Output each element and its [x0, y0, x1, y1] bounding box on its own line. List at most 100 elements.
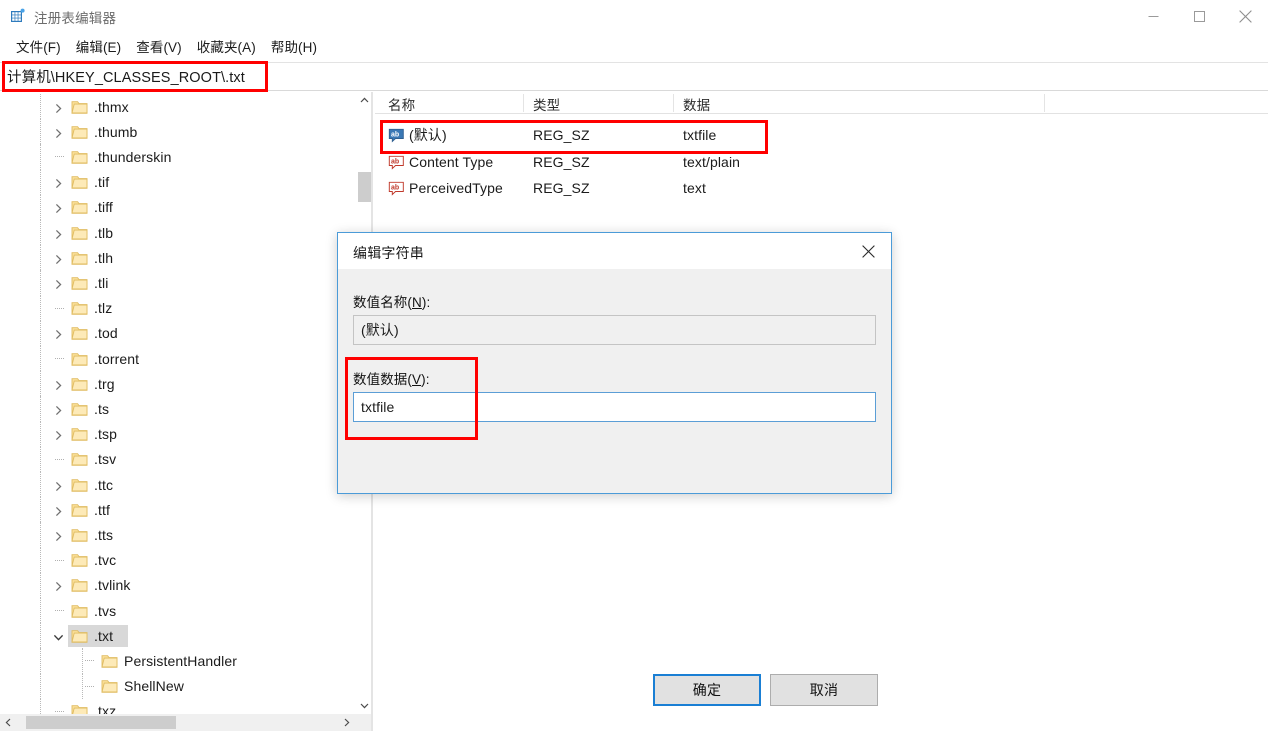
tree-item[interactable]: .tts [0, 522, 355, 548]
chevron-right-icon[interactable] [53, 252, 65, 264]
tree-item-label: .txz [94, 703, 117, 714]
chevron-right-icon[interactable] [53, 579, 65, 592]
chevron-right-icon[interactable] [53, 428, 65, 441]
tree-item[interactable]: .tli [0, 270, 355, 296]
tree-item[interactable]: .tvs [0, 598, 355, 624]
tree-item-label: .ttf [94, 501, 110, 518]
folder-icon [71, 527, 88, 542]
tree-item[interactable]: .tlh [0, 245, 355, 271]
tree-item[interactable]: .txt [0, 623, 355, 649]
tree-guide-line [40, 673, 41, 699]
tree-item[interactable]: .ttf [0, 497, 355, 523]
column-header-type[interactable]: 类型 [533, 94, 560, 114]
tree-item[interactable]: .trg [0, 371, 355, 397]
menu-help[interactable]: 帮助(H) [264, 34, 325, 58]
chevron-right-icon[interactable] [53, 176, 65, 189]
ok-button[interactable]: 确定 [653, 674, 761, 706]
value-data-input[interactable]: txtfile [353, 392, 876, 422]
column-header-name[interactable]: 名称 [388, 94, 415, 114]
tree-item[interactable]: PersistentHandler [0, 648, 355, 674]
folder-icon [71, 99, 88, 114]
menu-view[interactable]: 查看(V) [129, 34, 190, 58]
chevron-down-icon[interactable] [53, 630, 65, 642]
chevron-right-icon[interactable] [53, 227, 65, 239]
tree-horizontal-scrollbar-thumb[interactable] [26, 716, 176, 729]
chevron-right-icon[interactable] [53, 403, 65, 416]
table-row[interactable]: ab (默认) REG_SZ txtfile [375, 122, 1268, 148]
chevron-right-icon[interactable] [53, 378, 65, 390]
tree-item[interactable]: .txz [0, 698, 355, 714]
tree-item-label: .tvc [94, 552, 117, 569]
menu-edit[interactable]: 编辑(E) [69, 34, 130, 58]
tree-item-label: .thmx [94, 98, 129, 115]
column-divider-3[interactable] [1044, 94, 1045, 112]
tree-item[interactable]: ShellNew [0, 673, 355, 699]
tree-item[interactable]: .ts [0, 396, 355, 422]
chevron-right-icon[interactable] [53, 277, 65, 290]
chevron-right-icon[interactable] [53, 327, 65, 340]
folder-icon [71, 477, 88, 492]
tree-guide-line [40, 119, 41, 145]
tree-item-label: .tod [94, 325, 118, 342]
value-data-cell: text/plain [683, 153, 741, 170]
close-button[interactable] [1222, 0, 1268, 32]
tree-item-label: ShellNew [124, 678, 184, 695]
tree-item[interactable]: .thmx [0, 94, 355, 120]
chevron-right-icon[interactable] [53, 101, 65, 113]
tree-item[interactable]: .torrent [0, 346, 355, 372]
tree-guide-line [40, 648, 41, 674]
chevron-right-icon[interactable] [53, 479, 65, 491]
tree-item[interactable]: .tod [0, 320, 355, 346]
tree-guide-line [40, 270, 41, 296]
tree-item[interactable]: .tlz [0, 295, 355, 321]
tree-item[interactable]: .tvlink [0, 572, 355, 598]
tree-guide-line [40, 572, 41, 598]
cancel-button[interactable]: 取消 [770, 674, 878, 706]
address-bar-value[interactable]: 计算机\HKEY_CLASSES_ROOT\.txt [0, 66, 245, 87]
tree-item[interactable]: .tlb [0, 220, 355, 246]
chevron-right-icon[interactable] [338, 714, 355, 731]
registry-tree-pane[interactable]: .thmx .thumb .thunderskin .tif .tiff .tlb .tlh… [0, 92, 355, 714]
window-controls [1130, 0, 1268, 32]
chevron-left-icon[interactable] [0, 714, 17, 731]
tree-vertical-scrollbar-thumb[interactable] [358, 172, 371, 202]
value-data-cell: text [683, 180, 706, 196]
tree-item[interactable]: .tif [0, 169, 355, 195]
tree-guide-line [40, 94, 41, 120]
table-row[interactable]: ab PerceivedType REG_SZ text [375, 175, 1268, 201]
tree-item[interactable]: .tvc [0, 547, 355, 573]
value-data-input-text[interactable]: txtfile [361, 399, 394, 415]
menu-favorites[interactable]: 收藏夹(A) [190, 34, 264, 58]
tree-horizontal-scrollbar[interactable] [0, 714, 372, 731]
tree-item[interactable]: .tiff [0, 194, 355, 220]
tree-item[interactable]: .thumb [0, 119, 355, 145]
table-row[interactable]: ab Content Type REG_SZ text/plain [375, 149, 1268, 175]
column-divider-2[interactable] [673, 94, 674, 112]
tree-elbow-connector [55, 144, 69, 169]
tree-guide-line [40, 371, 41, 397]
tree-guide-line [40, 396, 41, 422]
tree-item[interactable]: .tsp [0, 421, 355, 447]
minimize-button[interactable] [1130, 0, 1176, 32]
column-header-data[interactable]: 数据 [683, 94, 710, 114]
maximize-button[interactable] [1176, 0, 1222, 32]
chevron-right-icon[interactable] [53, 201, 65, 214]
chevron-right-icon[interactable] [53, 529, 65, 542]
registry-tree[interactable]: .thmx .thumb .thunderskin .tif .tiff .tlb .tlh… [0, 92, 355, 714]
address-bar[interactable]: 计算机\HKEY_CLASSES_ROOT\.txt [0, 62, 1268, 91]
tree-item-label: .tli [94, 274, 109, 291]
tree-item[interactable]: .thunderskin [0, 144, 355, 170]
tree-elbow-connector [55, 598, 69, 623]
tree-item-label: .tif [94, 174, 110, 191]
column-divider-1[interactable] [523, 94, 524, 112]
close-icon[interactable] [846, 233, 891, 269]
folder-icon [101, 679, 118, 694]
tree-item-label: .tlh [94, 249, 114, 266]
chevron-right-icon[interactable] [53, 126, 65, 138]
chevron-right-icon[interactable] [53, 504, 65, 516]
tree-item[interactable]: .ttc [0, 472, 355, 498]
tree-item[interactable]: .tsv [0, 446, 355, 472]
value-type-cell: REG_SZ [533, 127, 590, 143]
menu-file[interactable]: 文件(F) [9, 34, 69, 58]
title-bar: 注册表编辑器 [0, 0, 1268, 32]
